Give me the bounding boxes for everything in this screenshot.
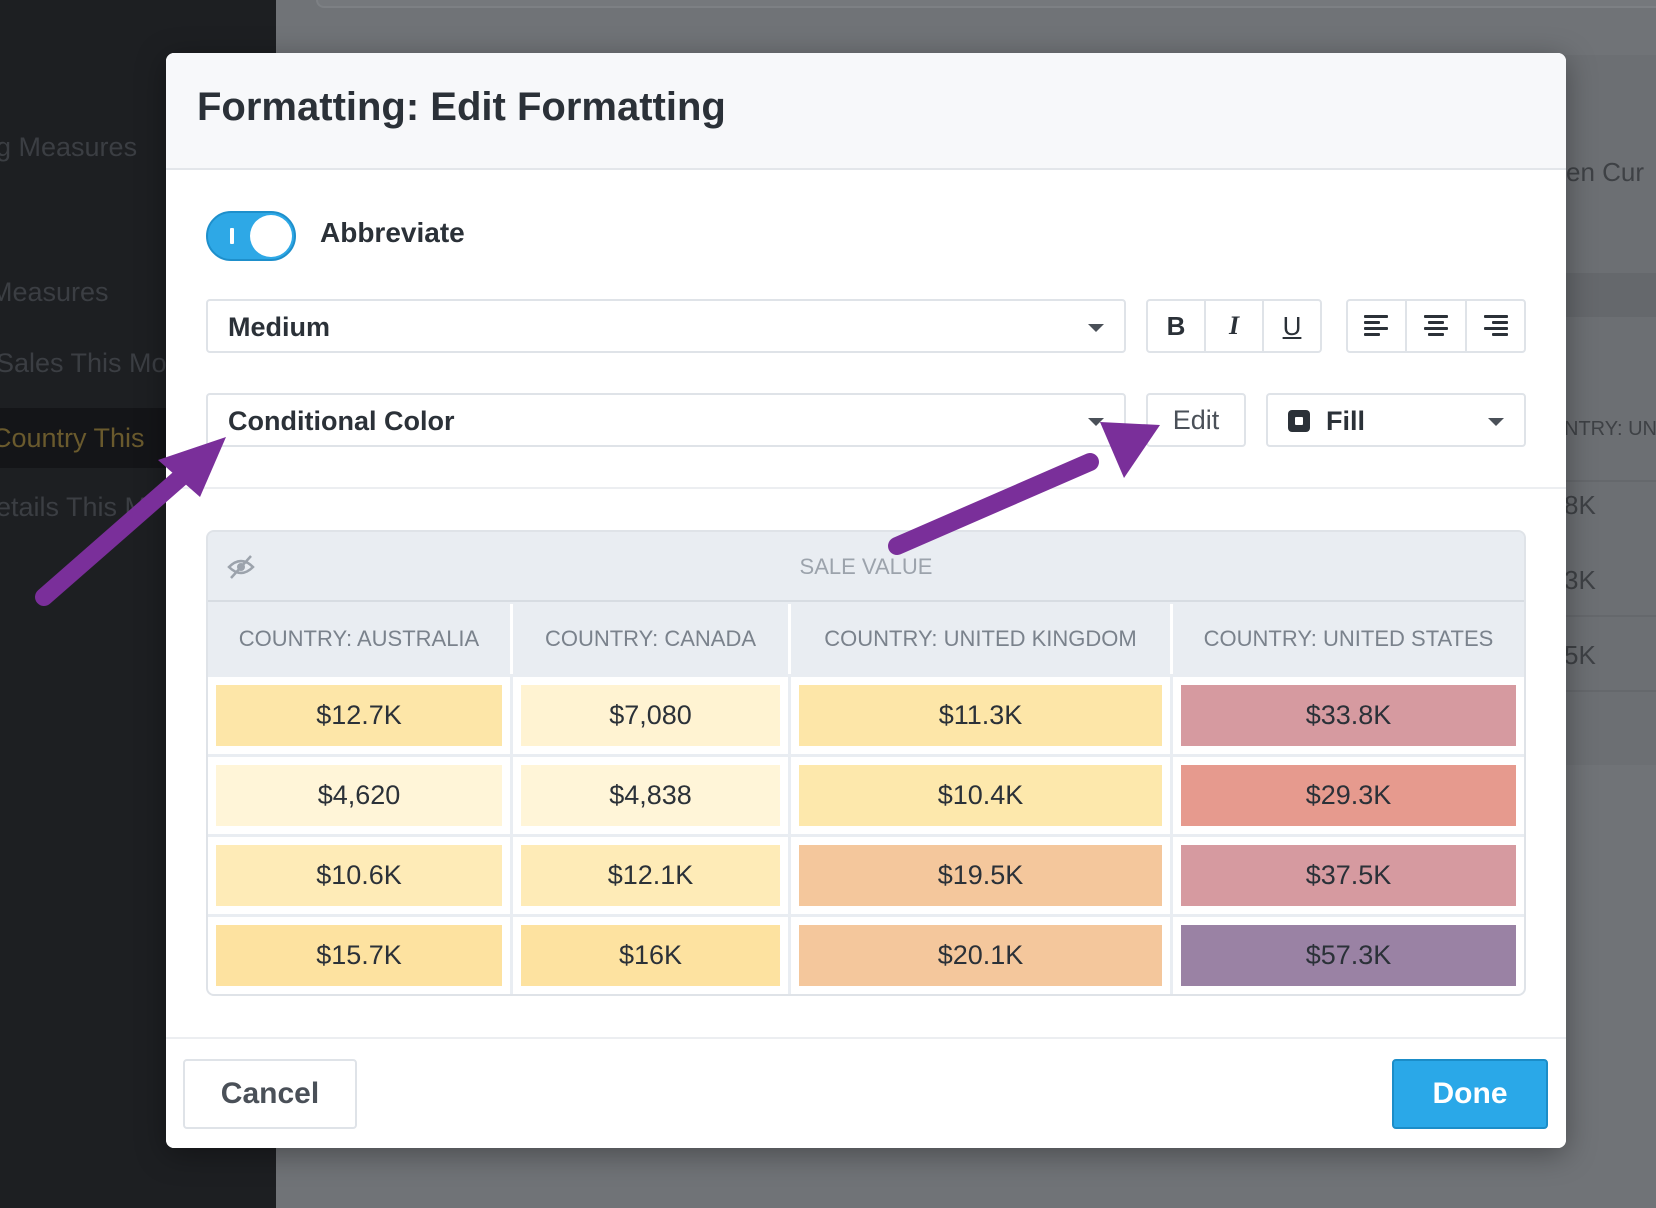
font-size-select[interactable]: Medium [206,299,1126,353]
done-button[interactable]: Done [1392,1059,1548,1129]
dialog-title: Formatting: Edit Formatting [197,85,726,129]
table-cell: $16K [521,925,780,986]
table-cell: $12.1K [521,845,780,906]
background-divider [1556,480,1656,482]
bold-button[interactable]: B [1148,301,1206,351]
background-text: 3K [1564,565,1596,595]
font-size-value: Medium [228,312,331,342]
fill-square-icon [1288,410,1310,432]
table-cell: $4,838 [521,765,780,826]
table-cell: $19.5K [799,845,1162,906]
align-left-button[interactable] [1348,301,1408,351]
align-right-button[interactable] [1467,301,1524,351]
background-divider [1556,615,1656,617]
table-cell: $33.8K [1181,685,1516,746]
table-cell: $11.3K [799,685,1162,746]
table-cell: $20.1K [799,925,1162,986]
background-divider [1556,690,1656,692]
fill-select[interactable]: Fill [1266,393,1526,447]
color-mode-select[interactable]: Conditional Color [206,393,1126,447]
text-style-buttons: B I U [1146,299,1322,353]
column-header: COUNTRY: UNITED STATES [1173,604,1524,674]
table-cell: $10.6K [216,845,502,906]
section-divider [166,487,1566,489]
fill-value: Fill [1326,406,1365,436]
column-header: COUNTRY: UNITED KINGDOM [791,604,1173,674]
abbreviate-label: Abbreviate [320,217,465,248]
table-cell: $57.3K [1181,925,1516,986]
table-cell: $29.3K [1181,765,1516,826]
table-cell: $15.7K [216,925,502,986]
edit-formatting-dialog: Formatting: Edit Formatting Abbreviate M… [166,53,1566,1148]
align-center-icon [1423,315,1449,337]
measure-header: SALE VALUE [799,554,933,579]
column-header: COUNTRY: AUSTRALIA [208,604,513,674]
toggle-on-indicator [230,228,234,244]
column-header-row: COUNTRY: AUSTRALIA COUNTRY: CANADA COUNT… [208,604,1524,674]
edit-conditional-color-button[interactable]: Edit [1146,393,1246,447]
align-left-icon [1363,315,1390,337]
table-row: $4,620 $4,838 $10.4K $29.3K [208,754,1524,834]
table-cell: $4,620 [216,765,502,826]
chevron-down-icon [1488,418,1504,426]
align-right-icon [1482,315,1509,337]
text-align-buttons [1346,299,1526,353]
cancel-button[interactable]: Cancel [183,1059,357,1129]
table-row: $10.6K $12.1K $19.5K $37.5K [208,834,1524,914]
preview-table-body: $12.7K $7,080 $11.3K $33.8K $4,620 $4,83… [208,674,1524,994]
column-header: COUNTRY: CANADA [513,604,791,674]
background-text: 5K [1564,640,1596,670]
table-row: $15.7K $16K $20.1K $57.3K [208,914,1524,994]
abbreviate-toggle[interactable] [206,211,296,261]
background-band [1556,273,1656,317]
toggle-knob [250,215,292,257]
background-text: en Cur [1566,157,1645,187]
table-cell: $12.7K [216,685,502,746]
background-text: 8K [1564,490,1596,520]
color-mode-value: Conditional Color [228,406,455,436]
align-center-button[interactable] [1407,301,1467,351]
italic-button[interactable]: I [1206,301,1264,351]
formatting-preview-table: SALE VALUE COUNTRY: AUSTRALIA COUNTRY: C… [206,530,1526,996]
measure-header-row: SALE VALUE [208,532,1524,602]
background-topbar [316,0,1656,8]
dialog-footer [166,1037,1566,1148]
table-cell: $10.4K [799,765,1162,826]
background-text: NTRY: UN [1564,418,1656,440]
underline-button[interactable]: U [1264,301,1320,351]
table-cell: $37.5K [1181,845,1516,906]
table-row: $12.7K $7,080 $11.3K $33.8K [208,674,1524,754]
chevron-down-icon [1088,418,1104,426]
chevron-down-icon [1088,324,1104,332]
table-cell: $7,080 [521,685,780,746]
